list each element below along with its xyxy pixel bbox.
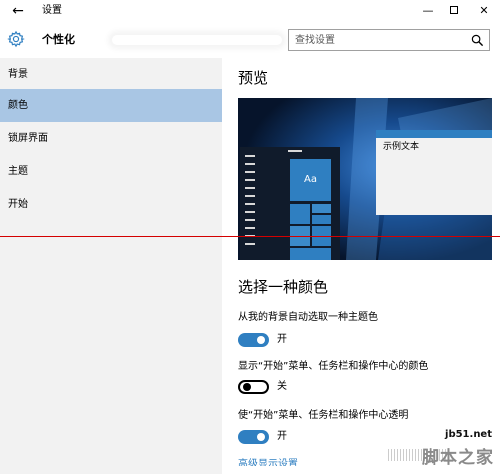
sample-window-titlebar (376, 130, 492, 138)
toggle-knob (243, 383, 251, 391)
gear-icon (7, 30, 25, 48)
preview-tile (290, 204, 310, 224)
choose-color-heading: 选择一种颜色 (238, 278, 329, 296)
search-icon[interactable] (471, 34, 484, 47)
menu-line (245, 171, 255, 173)
redacted-area (112, 35, 282, 45)
window-title: 设置 (42, 5, 62, 16)
menu-line (245, 203, 255, 205)
maximize-icon (450, 6, 458, 14)
watermark-url: jb51.net (445, 429, 492, 440)
back-button[interactable]: ← (8, 2, 28, 20)
menu-line (245, 211, 255, 213)
red-guide-line (0, 236, 500, 237)
preview-tile (290, 248, 331, 260)
toggle-state-label: 开 (277, 334, 287, 345)
toggle-state-label: 开 (277, 431, 287, 442)
minimize-icon: — (422, 4, 434, 17)
menu-line (245, 155, 255, 157)
sample-window: 示例文本 (376, 130, 492, 215)
sample-text: 示例文本 (383, 142, 420, 152)
title-bar: ← 设置 — ✕ (0, 0, 500, 22)
toggle-knob (257, 336, 265, 344)
watermark-text: 脚本之家 (422, 448, 494, 468)
menu-line (245, 219, 255, 221)
preview-tile (312, 215, 331, 224)
advanced-display-link[interactable]: 高级显示设置 (238, 458, 298, 466)
close-button[interactable]: ✕ (470, 0, 498, 22)
auto-accent-label: 从我的背景自动选取一种主题色 (238, 312, 378, 323)
transparency-label: 使“开始”菜单、任务栏和操作中心透明 (238, 410, 409, 421)
toggle-state-label: 关 (277, 381, 287, 392)
main-content: 预览 Aa 示例文本 选择一种颜色 从我的背景自动选取一种主题色 开 显示“开始… (222, 58, 500, 474)
sidebar-item-label: 锁屏界面 (8, 133, 48, 144)
sidebar-item-lock-screen[interactable]: 锁屏界面 (0, 122, 222, 155)
show-color-label: 显示“开始”菜单、任务栏和操作中心的颜色 (238, 361, 429, 372)
tile-label: Aa (304, 174, 317, 185)
menu-line (245, 179, 255, 181)
sidebar-item-label: 主题 (8, 166, 28, 177)
preview-tile (312, 204, 331, 213)
menu-line (245, 187, 255, 189)
preview-tile: Aa (290, 159, 331, 201)
start-menu-preview: Aa (240, 147, 340, 260)
maximize-button[interactable] (440, 0, 468, 22)
auto-accent-toggle[interactable] (238, 333, 269, 347)
transparency-toggle[interactable] (238, 430, 269, 444)
sidebar-item-label: 开始 (8, 199, 28, 210)
search-box[interactable] (288, 29, 490, 51)
menu-line (245, 195, 255, 197)
sidebar-item-background[interactable]: 背景 (0, 58, 222, 91)
show-color-toggle[interactable] (238, 380, 269, 394)
sidebar-item-start[interactable]: 开始 (0, 188, 222, 221)
watermark: jb51.net 脚本之家 (388, 427, 496, 471)
menu-line (245, 243, 255, 245)
toggle-knob (257, 433, 265, 441)
close-icon: ✕ (479, 4, 489, 17)
sidebar-item-label: 背景 (8, 69, 28, 80)
sidebar-item-themes[interactable]: 主题 (0, 155, 222, 188)
page-title: 个性化 (42, 33, 75, 46)
back-arrow-icon: ← (12, 3, 24, 19)
preview-heading: 预览 (238, 69, 269, 87)
page-header: 个性化 (0, 22, 500, 58)
menu-line (288, 150, 302, 152)
sidebar-item-label: 颜色 (8, 100, 28, 111)
menu-line (245, 163, 255, 165)
menu-line (245, 227, 255, 229)
search-input[interactable] (295, 33, 465, 47)
minimize-button[interactable]: — (414, 0, 442, 22)
sidebar: 背景 颜色 锁屏界面 主题 开始 (0, 58, 222, 474)
sidebar-item-colors[interactable]: 颜色 (0, 89, 222, 122)
